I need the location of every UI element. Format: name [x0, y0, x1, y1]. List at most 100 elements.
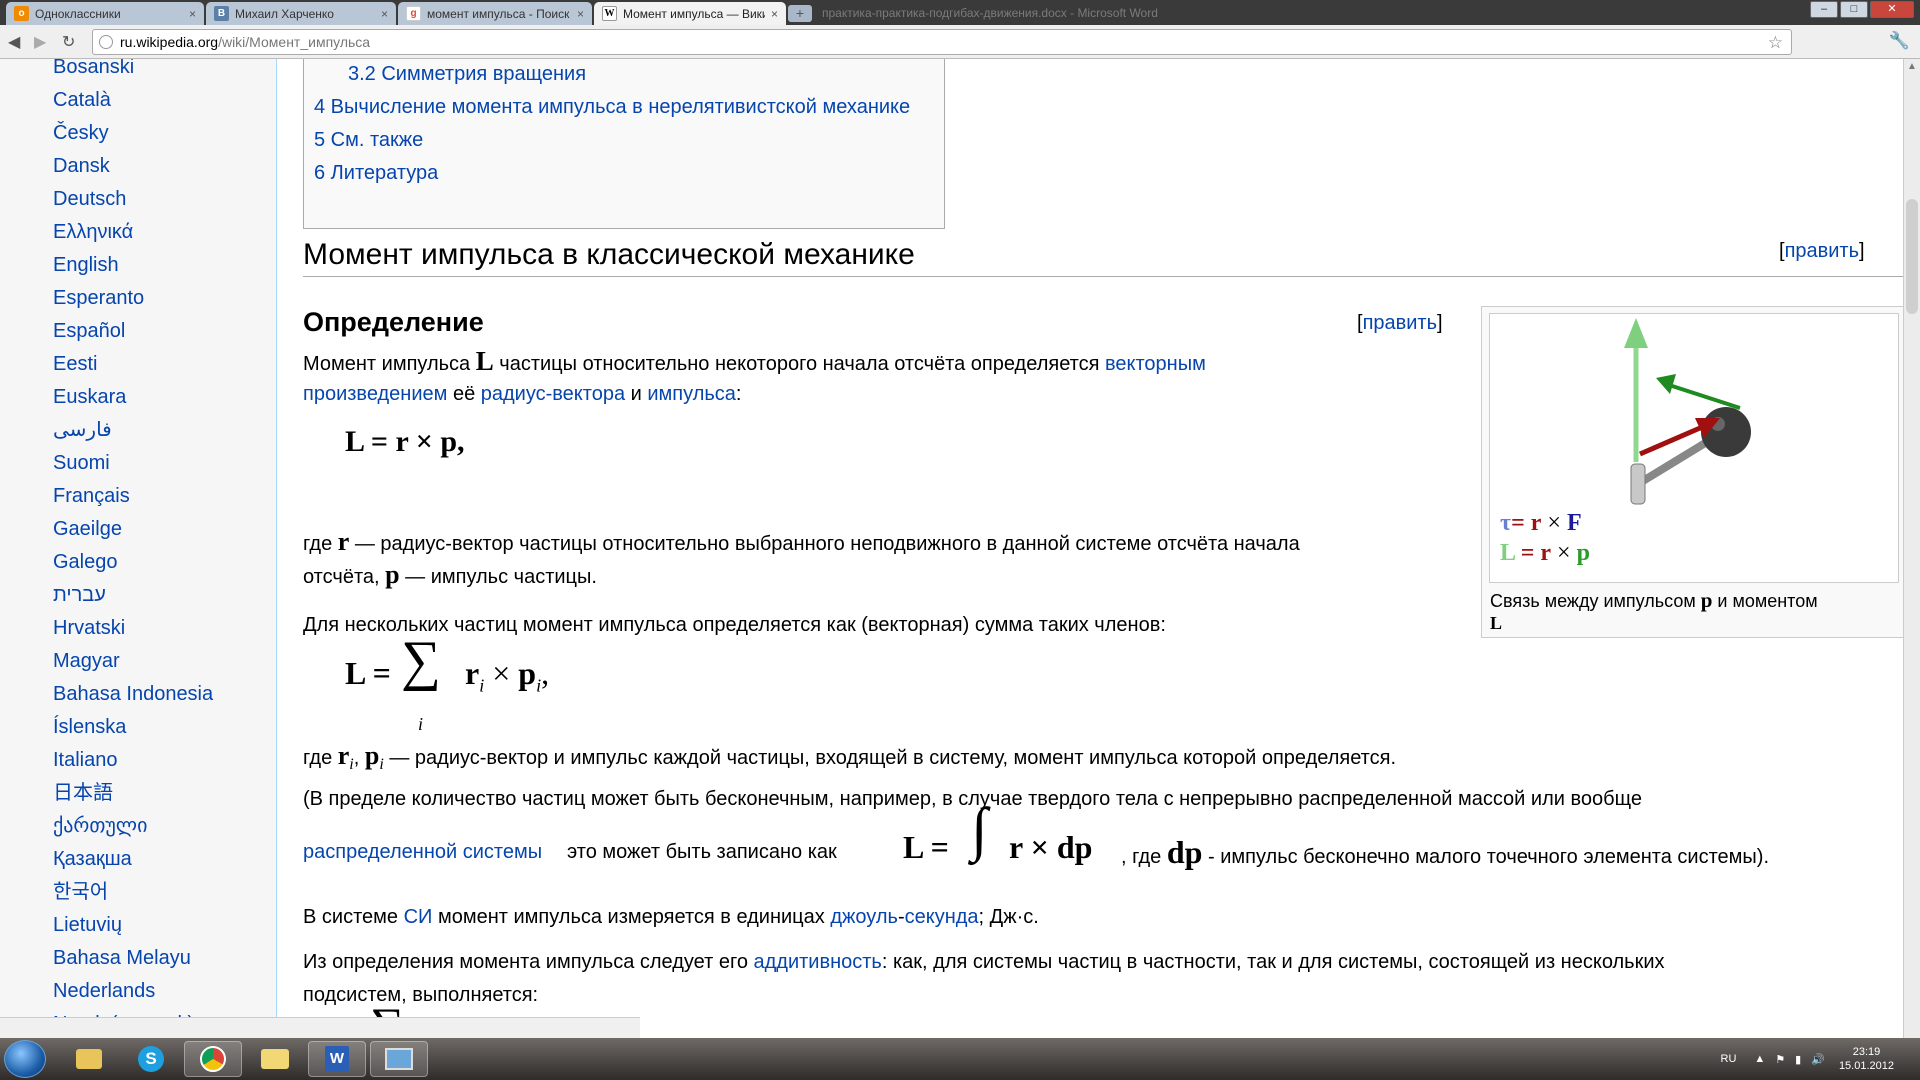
skype-icon[interactable]: S	[122, 1041, 180, 1077]
tab-vk[interactable]: B Михаил Харченко ×	[206, 2, 396, 25]
status-bar	[0, 1017, 640, 1038]
word-icon[interactable]: W	[308, 1041, 366, 1077]
reload-icon[interactable]: ↻	[62, 32, 75, 52]
language-indicator[interactable]: RU	[1721, 1053, 1737, 1065]
toc-item[interactable]: 5 См. также	[314, 129, 423, 152]
language-link[interactable]: Hrvatski	[53, 612, 213, 645]
language-link[interactable]: Español	[53, 315, 213, 348]
tab-google-search[interactable]: g момент импульса - Поиск ×	[398, 2, 592, 25]
language-link[interactable]: English	[53, 249, 213, 282]
language-link[interactable]: Lietuvių	[53, 909, 213, 942]
folder-icon[interactable]	[246, 1041, 304, 1077]
scroll-up-icon[interactable]: ▲	[1907, 61, 1917, 72]
angular-momentum-diagram[interactable]: τ= r × F L = r × p	[1489, 313, 1899, 583]
article-content: 3.2 Симметрия вращения 4 Вычисление моме…	[277, 59, 1903, 1038]
paragraph-cont: подсистем, выполняется:	[303, 984, 539, 1006]
language-link[interactable]: Bosanski	[53, 59, 213, 84]
language-link[interactable]: ქართული	[53, 810, 213, 843]
language-link[interactable]: Magyar	[53, 645, 213, 678]
link-si[interactable]: СИ	[404, 906, 433, 928]
link-second[interactable]: секунда	[905, 906, 979, 928]
language-link[interactable]: Euskara	[53, 381, 213, 414]
language-link[interactable]: Italiano	[53, 744, 213, 777]
table-of-contents: 3.2 Симметрия вращения 4 Вычисление моме…	[303, 59, 945, 229]
link-radius-vector[interactable]: радиус-вектора	[481, 383, 625, 405]
language-link[interactable]: Eesti	[53, 348, 213, 381]
tab-label: Одноклассники	[35, 6, 121, 21]
language-link[interactable]: 한국어	[53, 876, 213, 909]
close-icon[interactable]: ×	[577, 7, 584, 21]
thumbnail-caption: Связь между импульсом p и моментом L	[1490, 588, 1818, 633]
link-vector[interactable]: векторным	[1105, 353, 1206, 375]
language-link[interactable]: Íslenska	[53, 711, 213, 744]
flag-icon[interactable]: ⚑	[1775, 1053, 1785, 1066]
edit-link[interactable]: править	[1785, 240, 1859, 262]
language-link[interactable]: Galego	[53, 546, 213, 579]
page-viewport: Bosanski Català Česky Dansk Deutsch Ελληνικά E…	[0, 59, 1903, 1038]
subsection-edit-link: [править]	[1357, 312, 1443, 334]
new-tab-button[interactable]: +	[788, 5, 812, 22]
scrollbar-thumb[interactable]	[1906, 199, 1918, 314]
language-link[interactable]: Nederlands	[53, 975, 213, 1008]
wrench-icon[interactable]: 🔧	[1889, 31, 1910, 51]
paragraph: В системе СИ момент импульса измеряется …	[303, 906, 1039, 928]
language-link[interactable]: Ελληνικά	[53, 216, 213, 249]
tab-label: момент импульса - Поиск	[427, 6, 570, 21]
close-icon[interactable]: ×	[771, 7, 778, 21]
tray-arrow-icon[interactable]: ▲	[1754, 1053, 1765, 1065]
minimize-button[interactable]: –	[1810, 1, 1838, 18]
tab-odnoklassniki[interactable]: о Одноклассники ×	[6, 2, 204, 25]
language-link[interactable]: Deutsch	[53, 183, 213, 216]
close-window-button[interactable]: ✕	[1870, 1, 1914, 18]
link-additivity[interactable]: аддитивность	[754, 951, 882, 973]
ok-icon: о	[14, 6, 29, 21]
clock[interactable]: 23:19 15.01.2012	[1839, 1045, 1894, 1073]
language-link[interactable]: Қазақша	[53, 843, 213, 876]
language-link[interactable]: Dansk	[53, 150, 213, 183]
toc-item-partial[interactable]	[310, 59, 316, 67]
close-icon[interactable]: ×	[381, 7, 388, 21]
browser-tab-strip: о Одноклассники × B Михаил Харченко × g …	[0, 0, 1920, 25]
pivot	[1630, 463, 1646, 505]
network-icon[interactable]: ▮	[1795, 1053, 1801, 1066]
paragraph: Из определения момента импульса следует …	[303, 951, 1665, 973]
close-icon[interactable]: ×	[189, 7, 196, 21]
address-bar[interactable]: ru.wikipedia.org/wiki/Момент_импульса ☆	[92, 29, 1792, 55]
forward-icon[interactable]: ▶	[34, 32, 46, 52]
link-momentum[interactable]: импульса	[647, 383, 736, 405]
language-link[interactable]: עברית	[53, 579, 213, 612]
volume-icon[interactable]: 🔊	[1811, 1053, 1825, 1066]
toc-item[interactable]: 6 Литература	[314, 162, 438, 185]
language-link[interactable]: Gaeilge	[53, 513, 213, 546]
vertical-scrollbar[interactable]: ▲	[1903, 59, 1920, 1038]
language-link[interactable]: Suomi	[53, 447, 213, 480]
photo-viewer-icon[interactable]	[370, 1041, 428, 1077]
paragraph-cont: произведением её радиус-вектора и импуль…	[303, 383, 742, 405]
toc-item[interactable]: 3.2 Симметрия вращения	[348, 63, 586, 86]
link-distributed-system[interactable]: распределенной системы	[303, 836, 542, 869]
back-icon[interactable]: ◀	[8, 32, 20, 52]
edit-link[interactable]: править	[1363, 312, 1437, 334]
link-joule[interactable]: джоуль	[830, 906, 898, 928]
language-link[interactable]: 日本語	[53, 777, 213, 810]
section-heading: Момент импульса в классической механике	[303, 235, 1903, 277]
bookmark-star-icon[interactable]: ☆	[1768, 33, 1783, 53]
start-button[interactable]	[4, 1040, 46, 1078]
clock-time: 23:19	[1852, 1046, 1881, 1058]
language-link[interactable]: Català	[53, 84, 213, 117]
language-link[interactable]: Bahasa Indonesia	[53, 678, 213, 711]
language-link[interactable]: Esperanto	[53, 282, 213, 315]
formula-L-equals-r-cross-p: L = r × p,	[345, 425, 465, 458]
language-link[interactable]: Bahasa Melayu	[53, 942, 213, 975]
tab-wikipedia[interactable]: W Момент импульса — Вики ×	[594, 2, 786, 25]
window-controls: – □ ✕	[1810, 1, 1914, 18]
language-link[interactable]: Česky	[53, 117, 213, 150]
explorer-icon[interactable]	[60, 1041, 118, 1077]
math-L: L	[475, 346, 494, 376]
chrome-icon[interactable]	[184, 1041, 242, 1077]
language-link[interactable]: Français	[53, 480, 213, 513]
link-product[interactable]: произведением	[303, 383, 447, 405]
maximize-button[interactable]: □	[1840, 1, 1868, 18]
language-link[interactable]: فارسی	[53, 414, 213, 447]
toc-item[interactable]: 4 Вычисление момента импульса в нереляти…	[314, 96, 910, 119]
